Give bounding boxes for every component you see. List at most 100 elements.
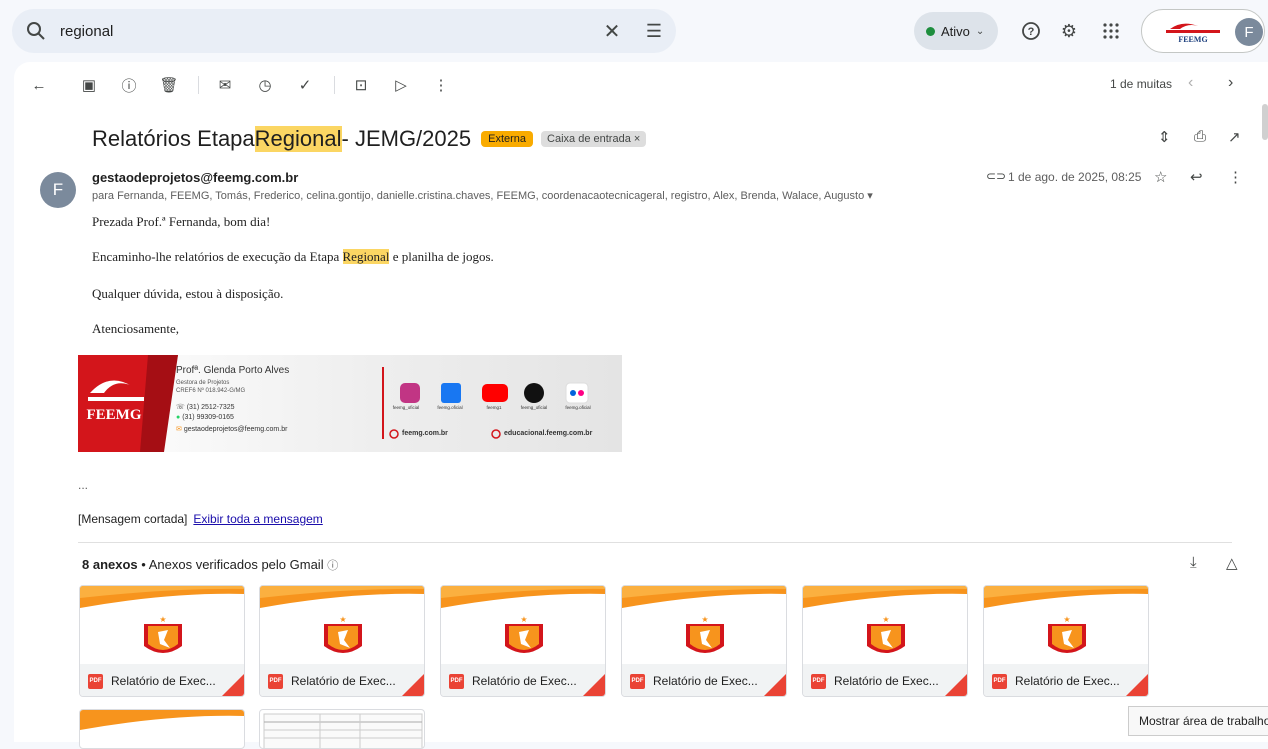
attachment-thumbnail: ★ — [260, 586, 424, 653]
body-text: Encaminho-lhe relatórios de execução da … — [92, 249, 343, 264]
sender-email[interactable]: gestaodeprojetos@feemg.com.br — [92, 170, 298, 185]
status-label: Ativo — [941, 23, 970, 39]
pdf-icon: PDF — [630, 673, 645, 689]
attachment-name: Relatório de Exec... — [653, 674, 758, 688]
divider — [78, 542, 1232, 543]
search-icon[interactable] — [12, 9, 60, 53]
body-highlight: Regional — [342, 249, 390, 264]
svg-text:★: ★ — [1063, 615, 1070, 624]
svg-text:★: ★ — [520, 615, 527, 624]
signature-site[interactable]: feemg.com.br — [402, 430, 448, 437]
attachment-card[interactable]: ★ PDF Relatório de Exec... — [621, 585, 787, 697]
reply-icon[interactable]: ↩ — [1190, 168, 1203, 186]
avatar[interactable]: F — [1235, 18, 1263, 46]
attachment-name: Relatório de Exec... — [472, 674, 577, 688]
toolbar-divider — [334, 76, 335, 94]
recipients[interactable]: para Fernanda, FEEMG, Tomás, Frederico, … — [92, 189, 873, 202]
add-task-icon[interactable]: ✓ — [294, 74, 316, 96]
attachment-footer: PDF Relatório de Exec... — [622, 664, 786, 696]
chevron-down-icon: ⌄ — [975, 25, 985, 37]
attachment-card-partial[interactable] — [259, 709, 425, 749]
svg-text:★: ★ — [701, 615, 708, 624]
message-clipped: [Mensagem cortada] Exibir toda a mensagem — [78, 512, 323, 526]
attachment-footer: PDF Relatório de Exec... — [80, 664, 244, 696]
attachment-card[interactable]: ★ PDF Relatório de Exec... — [983, 585, 1149, 697]
search-bar[interactable]: regional ✕ ☰ — [12, 9, 676, 53]
clipped-label: [Mensagem cortada] — [78, 512, 188, 526]
gear-icon[interactable]: ⚙ — [1056, 18, 1082, 44]
trimmed-content-toggle[interactable]: ... — [78, 478, 88, 492]
body-text-end: e planilha de jogos. — [389, 249, 494, 264]
page-fold-icon — [222, 674, 244, 696]
page-fold-icon — [945, 674, 967, 696]
signature-site[interactable]: educacional.feemg.com.br — [504, 430, 592, 437]
page-fold-icon — [402, 674, 424, 696]
subject-line: Relatórios Etapa Regional - JEMG/2025 Ex… — [92, 126, 647, 152]
social-handle: feemg.oficial — [565, 405, 591, 410]
svg-text:★: ★ — [339, 615, 346, 624]
signature-cref: CREF6 Nº 018.942-G/MG — [176, 388, 246, 394]
subject-highlight: Regional — [254, 126, 342, 152]
save-to-drive-icon[interactable]: △ — [1226, 554, 1238, 572]
inbox-label-chip[interactable]: Caixa de entrada × — [541, 131, 647, 147]
tooltip: Mostrar área de trabalho — [1128, 706, 1268, 736]
attachment-card[interactable]: ★ PDF Relatório de Exec... — [259, 585, 425, 697]
help-icon[interactable]: ? — [1018, 18, 1044, 44]
attachment-name: Relatório de Exec... — [111, 674, 216, 688]
search-input[interactable]: regional — [60, 23, 592, 40]
attachment-name: Relatório de Exec... — [1015, 674, 1120, 688]
download-all-icon[interactable]: ⤓ — [1190, 554, 1197, 571]
attachment-name: Relatório de Exec... — [834, 674, 939, 688]
subject-text-end: - JEMG/2025 — [341, 126, 472, 151]
clear-search-icon[interactable]: ✕ — [592, 19, 632, 44]
delete-icon[interactable]: 🗑 — [158, 74, 180, 96]
external-badge: Externa — [481, 131, 534, 147]
signature-whatsapp: ● (31) 99309-0165 — [176, 414, 234, 421]
info-icon[interactable]: ⓘ — [327, 560, 338, 572]
attachment-card-partial[interactable] — [79, 709, 245, 749]
page-fold-icon — [1126, 674, 1148, 696]
signature-logo-text: FEEMG — [87, 407, 142, 423]
more-icon[interactable]: ⋮ — [1228, 168, 1243, 186]
signature-name: Profª. Glenda Porto Alves — [176, 365, 290, 376]
search-options-icon[interactable]: ☰ — [632, 21, 676, 42]
attachment-card[interactable]: ★ PDF Relatório de Exec... — [440, 585, 606, 697]
more-options-icon[interactable]: ⋮ — [430, 74, 452, 96]
attachment-thumbnail: ★ — [984, 586, 1148, 653]
attachment-card[interactable]: ★ PDF Relatório de Exec... — [79, 585, 245, 697]
attachment-footer: PDF Relatório de Exec... — [441, 664, 605, 696]
attachment-thumbnail: ★ — [803, 586, 967, 653]
view-full-message-link[interactable]: Exibir toda a mensagem — [193, 512, 322, 526]
back-arrow-icon[interactable]: ← — [28, 74, 50, 96]
message-date: 1 de ago. de 2025, 08:25 — [1008, 170, 1142, 184]
expand-all-icon[interactable]: ⇕ — [1158, 128, 1171, 146]
attachment-card[interactable]: ★ PDF Relatório de Exec... — [802, 585, 968, 697]
attachment-footer: PDF Relatório de Exec... — [260, 664, 424, 696]
sender-avatar: F — [40, 172, 76, 208]
move-to-icon[interactable]: ⊡ — [350, 74, 372, 96]
signature-role: Gestora de Projetos — [176, 380, 230, 386]
toolbar-divider — [198, 76, 199, 94]
newer-icon[interactable]: ‹ — [1188, 74, 1193, 92]
print-icon[interactable]: ⎙ — [1194, 128, 1206, 145]
older-icon[interactable]: › — [1228, 74, 1233, 92]
pdf-icon: PDF — [992, 673, 1007, 689]
pdf-icon: PDF — [449, 673, 464, 689]
label-icon[interactable]: ▷ — [390, 74, 412, 96]
attachments-verified: • Anexos verificados pelo Gmail — [141, 557, 324, 572]
body-line-3: Qualquer dúvida, estou à disposição. — [92, 286, 284, 301]
snooze-icon[interactable]: ◷ — [254, 74, 276, 96]
svg-text:★: ★ — [159, 615, 166, 624]
subject-text: Relatórios Etapa — [92, 126, 255, 151]
social-handle: feemg_oficial — [520, 405, 548, 410]
apps-icon[interactable] — [1098, 18, 1124, 44]
archive-icon[interactable]: ▣ — [78, 74, 100, 96]
report-spam-icon[interactable]: ⓘ — [118, 74, 140, 96]
whatsapp-text: (31) 99309-0165 — [182, 414, 234, 421]
mark-unread-icon[interactable]: ✉ — [214, 74, 236, 96]
star-icon[interactable]: ☆ — [1154, 168, 1167, 186]
account-button[interactable]: FEEMG F — [1141, 9, 1265, 53]
status-selector[interactable]: Ativo ⌄ — [914, 12, 998, 50]
scrollbar-thumb[interactable] — [1262, 104, 1268, 140]
open-new-window-icon[interactable]: ↗ — [1228, 128, 1241, 146]
